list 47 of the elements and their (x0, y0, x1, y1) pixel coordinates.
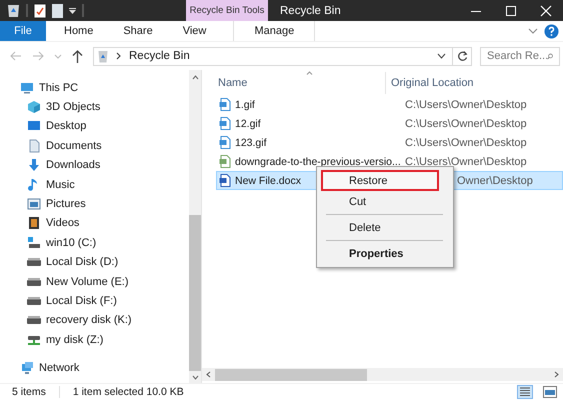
sidebar-item[interactable]: win10 (C:) (0, 233, 189, 253)
file-row[interactable]: 1.gif C:\Users\Owner\Desktop (216, 95, 563, 114)
sidebar-item[interactable]: Videos (0, 214, 189, 234)
column-header[interactable]: Original Location (386, 72, 474, 94)
sidebar-item[interactable]: New Volume (E:) (0, 272, 189, 292)
file-name: downgrade-to-the-previous-versio... (235, 156, 401, 168)
sidebar-item[interactable]: Local Disk (F:) (0, 291, 189, 311)
file-name: 1.gif (235, 98, 255, 110)
address-bar[interactable]: Recycle Bin (93, 46, 453, 66)
search-field[interactable]: Search Re... (480, 46, 560, 66)
file-row[interactable]: 12.gif C:\Users\Owner\Desktop (216, 114, 563, 133)
ribbon-tab[interactable]: View (170, 21, 218, 41)
status-text: 1 item selected 10.0 KB (72, 386, 184, 398)
file-location: C:\Users\Owner\Desktop (405, 118, 527, 130)
status-text: 5 items (12, 386, 46, 398)
sidebar-item[interactable]: 3D Objects (0, 97, 189, 117)
ribbon-tab[interactable]: Share (111, 21, 165, 41)
file-location: C:\Users\Owner\Desktop (405, 136, 527, 148)
menu-item[interactable]: Properties (321, 243, 449, 264)
window-title: Recycle Bin (279, 4, 341, 16)
sidebar-item[interactable]: Network (0, 358, 189, 378)
sidebar-item[interactable]: Local Disk (D:) (0, 252, 189, 272)
column-header[interactable]: Name (202, 72, 386, 94)
context-tab-title: Recycle Bin Tools (186, 0, 268, 21)
menu-item[interactable]: Cut (321, 191, 449, 212)
sidebar-item[interactable]: Desktop (0, 116, 189, 136)
ribbon-tab[interactable]: Manage (233, 21, 316, 41)
file-location: C:\Users\Owner\Desktop (405, 156, 527, 168)
menu-item[interactable]: Delete (321, 217, 449, 238)
file-name: 123.gif (235, 136, 267, 148)
sidebar-item[interactable]: my disk (Z:) (0, 330, 189, 350)
address-path: Recycle Bin (129, 50, 190, 62)
file-location: Owner\Desktop (457, 174, 533, 186)
sidebar-item[interactable]: Downloads (0, 156, 189, 175)
ribbon-tab[interactable]: Home (52, 21, 106, 41)
sidebar-item[interactable]: Pictures (0, 194, 189, 214)
sidebar-item[interactable]: Music (0, 174, 189, 194)
file-row[interactable]: downgrade-to-the-previous-versio... C:\Users\Owner\Desktop (216, 152, 563, 171)
sidebar-item[interactable]: This PC (0, 78, 189, 98)
file-row[interactable]: 123.gif C:\Users\Owner\Desktop (216, 133, 563, 152)
file-name: New File.docx (235, 174, 301, 186)
file-location: C:\Users\Owner\Desktop (405, 98, 527, 110)
sidebar-item[interactable]: Documents (0, 136, 189, 156)
sidebar-item[interactable]: recovery disk (K:) (0, 310, 189, 330)
ribbon-tab[interactable]: File (0, 21, 46, 41)
file-name: 12.gif (235, 118, 261, 130)
menu-item[interactable]: Restore (321, 170, 439, 191)
